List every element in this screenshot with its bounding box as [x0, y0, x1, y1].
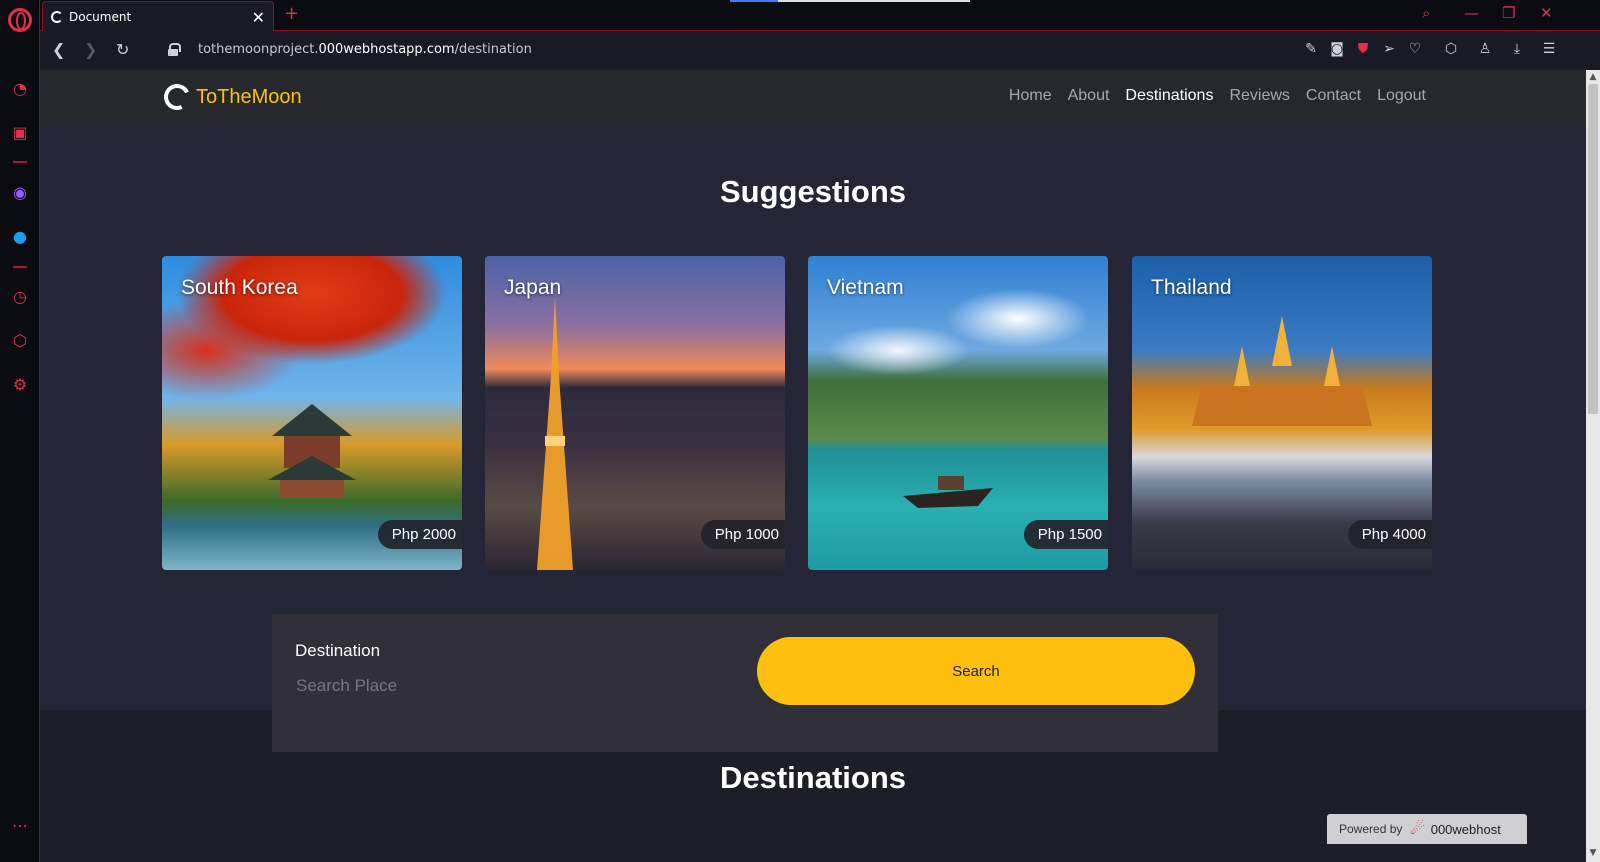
- price-badge: Php 2000: [377, 520, 462, 549]
- restore-icon[interactable]: ❐: [1502, 4, 1515, 22]
- forward-icon[interactable]: ❯: [84, 40, 97, 59]
- page-viewport: ToTheMoon Home About Destinations Review…: [40, 70, 1586, 862]
- close-window-icon[interactable]: ✕: [1540, 4, 1553, 22]
- extensions-cube-icon[interactable]: ⬡: [1442, 41, 1460, 57]
- address-bar: ❮ ❯ ↻ tothemoonproject.000webhostapp.com…: [40, 31, 1600, 70]
- opera-logo-icon[interactable]: [8, 8, 32, 32]
- site-navbar: ToTheMoon Home About Destinations Review…: [40, 70, 1586, 126]
- destination-search-input[interactable]: [294, 672, 694, 700]
- scroll-up-icon[interactable]: ▲: [1588, 72, 1598, 82]
- messenger-icon[interactable]: ◉: [7, 179, 33, 205]
- tab-title: Document: [69, 9, 132, 24]
- scroll-down-icon[interactable]: ▼: [1588, 848, 1598, 858]
- powered-by-text: Powered by: [1339, 822, 1403, 836]
- url-field[interactable]: tothemoonproject.000webhostapp.com/desti…: [198, 42, 532, 57]
- temple-illustration: [1192, 316, 1372, 426]
- twitter-icon[interactable]: ●: [7, 223, 33, 249]
- destination-label: Destination: [295, 641, 381, 660]
- browser-sidebar: ◔ ▣ ◉ ● ◷ ⬡ ⚙ ⋯: [0, 0, 40, 862]
- pavilion-illustration: [268, 404, 356, 498]
- snapshot-icon[interactable]: ◙: [1328, 41, 1346, 57]
- loading-indicator: [730, 0, 970, 2]
- price-badge: Php 1000: [700, 520, 785, 549]
- suggestions-title: Suggestions: [719, 174, 906, 209]
- scrollbar-thumb[interactable]: [1588, 84, 1598, 414]
- reload-icon[interactable]: ↻: [116, 40, 129, 59]
- webhost-name: 000webhost: [1430, 821, 1501, 837]
- tab-bar: Document ✕ + ⌕ — ❐ ✕: [40, 0, 1600, 31]
- search-button[interactable]: Search: [757, 637, 1195, 705]
- tab-document[interactable]: Document ✕: [42, 1, 274, 31]
- nav-destinations[interactable]: Destinations: [1125, 87, 1213, 105]
- nav-home[interactable]: Home: [1009, 87, 1052, 105]
- brand-name: ToTheMoon: [196, 85, 302, 108]
- back-icon[interactable]: ❮: [52, 40, 65, 59]
- loading-spinner-icon: [51, 10, 63, 23]
- settings-icon[interactable]: ⚙: [7, 371, 33, 397]
- page-scrollbar[interactable]: ▲ ▼: [1586, 70, 1600, 862]
- nav-about[interactable]: About: [1068, 87, 1110, 105]
- close-tab-icon[interactable]: ✕: [252, 8, 265, 27]
- workspace-icon[interactable]: ▣: [7, 119, 33, 145]
- send-icon[interactable]: ➢: [1380, 41, 1398, 57]
- search-panel: Destination Search: [272, 614, 1218, 752]
- destination-card-south-korea[interactable]: South Korea Php 2000: [162, 256, 462, 570]
- powered-by-badge[interactable]: Powered by ☄ 000webhost: [1327, 814, 1527, 844]
- nav-logout[interactable]: Logout: [1377, 87, 1426, 105]
- speed-dial-icon[interactable]: ◔: [7, 75, 33, 101]
- card-title: Vietnam: [827, 276, 904, 299]
- moon-logo-icon: [160, 80, 194, 114]
- adblock-shield-icon[interactable]: ⛊: [1354, 41, 1372, 57]
- extensions-icon[interactable]: ⬡: [7, 327, 33, 353]
- more-icon[interactable]: ⋯: [7, 812, 33, 838]
- destination-card-japan[interactable]: Japan Php 1000: [485, 256, 785, 570]
- price-badge: Php 1500: [1023, 520, 1108, 549]
- download-icon[interactable]: ⤓: [1508, 41, 1526, 57]
- destinations-title: Destinations: [719, 760, 907, 795]
- sidebar-divider: [13, 266, 27, 268]
- history-icon[interactable]: ◷: [7, 283, 33, 309]
- lock-icon[interactable]: [168, 43, 181, 56]
- menu-icon[interactable]: ☰: [1540, 41, 1558, 57]
- destination-card-vietnam[interactable]: Vietnam Php 1500: [808, 256, 1108, 570]
- nav-contact[interactable]: Contact: [1306, 87, 1361, 105]
- sidebar-divider: [13, 161, 27, 163]
- bookmark-heart-icon[interactable]: ♡: [1406, 41, 1424, 57]
- webhost-logo-icon: ☄: [1410, 821, 1425, 838]
- minimize-icon[interactable]: —: [1464, 4, 1479, 22]
- price-badge: Php 4000: [1347, 520, 1432, 549]
- nav-links: Home About Destinations Reviews Contact …: [1009, 87, 1426, 105]
- tokyo-tower-illustration: [537, 296, 573, 570]
- new-tab-icon[interactable]: +: [284, 3, 299, 24]
- boat-illustration: [903, 476, 993, 508]
- card-title: South Korea: [181, 276, 298, 299]
- search-tabs-icon[interactable]: ⌕: [1422, 4, 1430, 22]
- destination-card-thailand[interactable]: Thailand Php 4000: [1132, 256, 1432, 570]
- brand[interactable]: ToTheMoon: [160, 80, 302, 114]
- edit-icon[interactable]: ✎: [1302, 41, 1320, 57]
- card-title: Japan: [504, 276, 562, 299]
- card-title: Thailand: [1151, 276, 1232, 299]
- account-icon[interactable]: ♙: [1476, 41, 1494, 57]
- nav-reviews[interactable]: Reviews: [1229, 87, 1289, 105]
